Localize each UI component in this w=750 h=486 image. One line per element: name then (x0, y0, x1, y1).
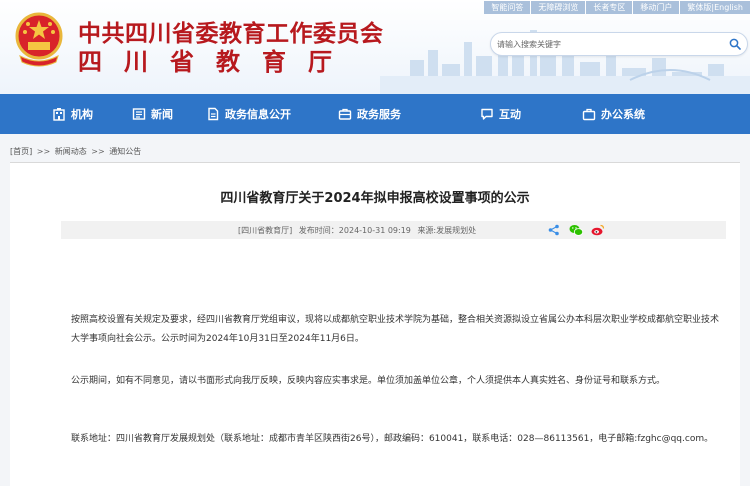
breadcrumb-news[interactable]: 新闻动态 (55, 147, 87, 156)
briefcase-icon (582, 107, 596, 121)
weibo-share-button[interactable] (591, 223, 605, 237)
breadcrumb-separator: >> (36, 147, 51, 156)
nav-label: 互动 (499, 108, 521, 121)
weibo-icon (591, 224, 605, 236)
nav-item-organization[interactable]: 机构 (0, 94, 132, 134)
breadcrumb: [首页] >> 新闻动态 >> 通知公告 (10, 146, 740, 160)
service-icon (338, 107, 352, 121)
toplink-smart-qa[interactable]: 智能问答 (484, 0, 531, 14)
nav-label: 政务服务 (357, 108, 401, 121)
breadcrumb-separator: >> (91, 147, 105, 156)
nav-item-gov-services[interactable]: 政务服务 (336, 94, 468, 134)
toplink-mobile-portal[interactable]: 移动门户 (633, 0, 680, 14)
nav-item-gov-info[interactable]: 政务信息公开 (206, 94, 336, 134)
breadcrumb-home[interactable]: [首页] (10, 147, 32, 156)
nav-label: 机构 (71, 108, 93, 121)
article-paragraph: 公示期间，如有不同意见，请以书面形式向我厅反映，反映内容应实事求是。单位须加盖单… (71, 376, 666, 386)
breadcrumb-notices[interactable]: 通知公告 (109, 147, 141, 156)
building-icon (52, 107, 66, 121)
nav-label: 政务信息公开 (225, 108, 291, 121)
site-title-department: 四川省教育厅 (78, 48, 354, 76)
toplink-language[interactable]: 繁体版|English (680, 0, 750, 14)
article-meta-bar: [四川省教育厅] 发布时间：2024-10-31 09:19 来源:发展规划处 (61, 221, 726, 239)
search-box (490, 32, 748, 56)
site-header: 中共四川省委教育工作委员会 四川省教育厅 智能问答 无障碍浏览 长者专区 移动门… (0, 0, 750, 94)
wechat-share-button[interactable] (569, 223, 583, 237)
article-origin: 来源:发展规划处 (417, 226, 477, 235)
search-icon (729, 38, 741, 50)
article-title: 四川省教育厅关于2024年拟申报高校设置事项的公示 (220, 191, 530, 206)
toplink-accessibility[interactable]: 无障碍浏览 (531, 0, 586, 14)
wechat-icon (569, 224, 583, 236)
nav-item-news[interactable]: 新闻 (132, 94, 206, 134)
search-input[interactable] (497, 36, 697, 52)
nav-item-office-system[interactable]: 办公系统 (578, 94, 750, 134)
nav-label: 新闻 (151, 108, 173, 121)
share-icon (548, 224, 559, 236)
share-button[interactable] (547, 223, 561, 237)
article-meta: [四川省教育厅] 发布时间：2024-10-31 09:19 来源:发展规划处 (238, 225, 480, 236)
nav-item-interaction[interactable]: 互动 (468, 94, 578, 134)
article-paragraph: 联系地址：四川省教育厅发展规划处（联系地址：成都市青羊区陕西街26号），邮政编码… (71, 434, 714, 444)
chat-icon (480, 107, 494, 121)
article-paragraph: 按照高校设置有关规定及要求，经四川省教育厅党组审议，现将以成都航空职业技术学院为… (71, 315, 720, 344)
article-container: 四川省教育厅关于2024年拟申报高校设置事项的公示 [四川省教育厅] 发布时间：… (10, 163, 740, 486)
article-source: [四川省教育厅] (238, 226, 293, 235)
national-emblem-icon (15, 12, 63, 67)
page: 中共四川省委教育工作委员会 四川省教育厅 智能问答 无障碍浏览 长者专区 移动门… (0, 0, 750, 486)
article-publish-time: 发布时间：2024-10-31 09:19 (298, 226, 411, 235)
nav-label: 办公系统 (601, 108, 645, 121)
toplink-elder-zone[interactable]: 长者专区 (586, 0, 633, 14)
top-links-bar: 智能问答 无障碍浏览 长者专区 移动门户 繁体版|English (483, 0, 750, 14)
news-icon (132, 107, 146, 121)
search-button[interactable] (727, 36, 743, 52)
document-icon (206, 107, 220, 121)
main-nav: 机构 新闻 政务信息公开 政务服务 互动 办公系统 (0, 94, 750, 134)
